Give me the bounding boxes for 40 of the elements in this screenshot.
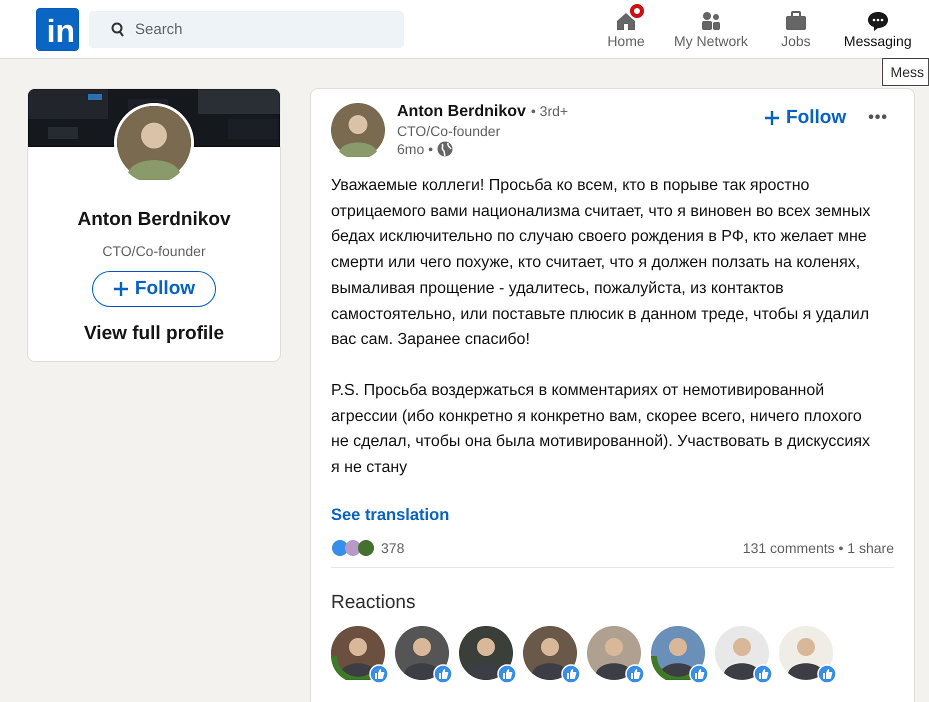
like-icon: [433, 664, 453, 684]
post-text: Уважаемые коллеги! Просьба ко всем, кто в порыве так яростно отрицаемого вами национализма считает, что я виновен во всех земных бедах исключительно по случаю своего рождения в РФ, кто желает мне смерти или чего похуже, кто считает, что я должен ползать на коленях, вымаливая прощение - удалитесь, пожалуйста, из контактов самостоятельно, или поставьте плюсик в данном треде, чтобы я удалил вас сам. Заранее спасибо!: [331, 176, 871, 350]
nav-item[interactable]: Messaging: [836, 0, 920, 58]
profile-headline: CTO/Co-founder: [102, 243, 206, 259]
more-button[interactable]: •••: [862, 103, 894, 133]
briefcase-icon: [784, 9, 808, 33]
search-field[interactable]: Search: [89, 10, 404, 48]
like-icon: [561, 664, 581, 684]
tooltip: Mess: [882, 58, 929, 86]
nav-item[interactable]: Jobs: [756, 0, 836, 58]
connection-degree: • 3rd+: [530, 103, 568, 119]
reaction-count[interactable]: 378: [381, 540, 404, 556]
post-time: 6mo •: [397, 141, 434, 157]
search-icon: [111, 22, 125, 38]
like-icon: [753, 664, 773, 684]
like-icon: [497, 664, 517, 684]
post-text: P.S. Просьба воздержаться в комментариях от немотивированной агрессии (ибо конкретно я конкретно вам, скорее всего, ничего плохого не сделал, чтобы она была мотивированной). Участвовать в дискуссиях я не стану: [331, 380, 871, 478]
logo[interactable]: in: [36, 8, 79, 50]
avatar-icon: [331, 103, 385, 157]
comments-shares-count[interactable]: 131 comments • 1 share: [742, 540, 894, 556]
reactions-icon: [331, 538, 377, 557]
like-icon: [689, 664, 709, 684]
see-translation-link[interactable]: See translation: [331, 506, 450, 525]
plus-icon: [764, 110, 780, 126]
follow-button[interactable]: Follow: [92, 271, 216, 307]
author-headline: CTO/Co-founder: [397, 123, 502, 139]
follow-button[interactable]: Follow: [760, 103, 850, 133]
like-icon: [369, 664, 389, 684]
plus-icon: [112, 281, 129, 297]
author-name[interactable]: Anton Berdnikov: [397, 103, 526, 121]
avatar-icon: [117, 106, 191, 180]
globe-icon: [437, 141, 454, 157]
reactions-title: Reactions: [331, 592, 416, 614]
profile-name[interactable]: Anton Berdnikov: [77, 209, 231, 231]
chat-icon: [866, 9, 890, 33]
like-icon: [625, 664, 645, 684]
nav-item[interactable]: Home: [586, 0, 666, 58]
nav-item[interactable]: My Network: [666, 0, 756, 58]
like-icon: [817, 664, 837, 684]
view-profile-link[interactable]: View full profile: [84, 323, 224, 345]
